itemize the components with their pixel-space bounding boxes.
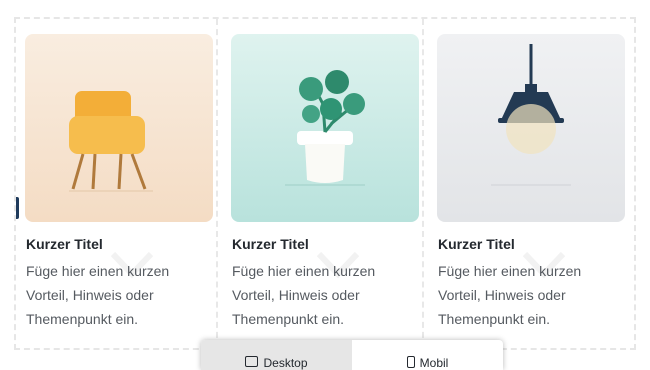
phone-icon bbox=[406, 356, 415, 368]
column-3[interactable]: Kurzer Titel Füge hier einen kurzen Vort… bbox=[428, 19, 636, 348]
column-1[interactable]: Kurzer Titel Füge hier einen kurzen Vort… bbox=[16, 19, 216, 348]
card-image-lamp[interactable] bbox=[437, 34, 625, 222]
content-editor-area[interactable]: Kurzer Titel Füge hier einen kurzen Vort… bbox=[14, 17, 636, 350]
mobile-view-button[interactable]: Mobil bbox=[352, 340, 503, 370]
card-title: Kurzer Titel bbox=[26, 236, 103, 252]
card-description: Füge hier einen kurzen Vorteil, Hinweis … bbox=[232, 259, 422, 331]
description-line: Vorteil, Hinweis oder bbox=[232, 287, 360, 303]
lamp-illustration bbox=[491, 44, 571, 186]
desktop-label: Desktop bbox=[263, 356, 308, 370]
card-title: Kurzer Titel bbox=[232, 236, 309, 252]
card-description: Füge hier einen kurzen Vorteil, Hinweis … bbox=[438, 259, 628, 331]
card-image-plant[interactable] bbox=[231, 34, 419, 222]
description-line: Vorteil, Hinweis oder bbox=[26, 287, 154, 303]
description-line: Themenpunkt ein. bbox=[26, 311, 139, 327]
description-line: Füge hier einen kurzen bbox=[438, 263, 582, 279]
column-divider bbox=[216, 19, 218, 348]
mobile-label: Mobil bbox=[419, 356, 449, 370]
monitor-icon bbox=[245, 356, 259, 367]
column-divider bbox=[422, 19, 424, 348]
view-mode-toggle[interactable]: Desktop Mobil bbox=[201, 340, 503, 370]
description-line: Vorteil, Hinweis oder bbox=[438, 287, 566, 303]
description-line: Themenpunkt ein. bbox=[438, 311, 551, 327]
description-line: Themenpunkt ein. bbox=[232, 311, 345, 327]
description-line: Füge hier einen kurzen bbox=[26, 263, 170, 279]
chair-illustration bbox=[69, 91, 153, 192]
column-2[interactable]: Kurzer Titel Füge hier einen kurzen Vort… bbox=[222, 19, 422, 348]
card-title: Kurzer Titel bbox=[438, 236, 515, 252]
card-image-chair[interactable] bbox=[25, 34, 213, 222]
description-line: Füge hier einen kurzen bbox=[232, 263, 376, 279]
card-description: Füge hier einen kurzen Vorteil, Hinweis … bbox=[26, 259, 216, 331]
desktop-view-button[interactable]: Desktop bbox=[201, 340, 352, 370]
plant-illustration bbox=[285, 70, 365, 186]
